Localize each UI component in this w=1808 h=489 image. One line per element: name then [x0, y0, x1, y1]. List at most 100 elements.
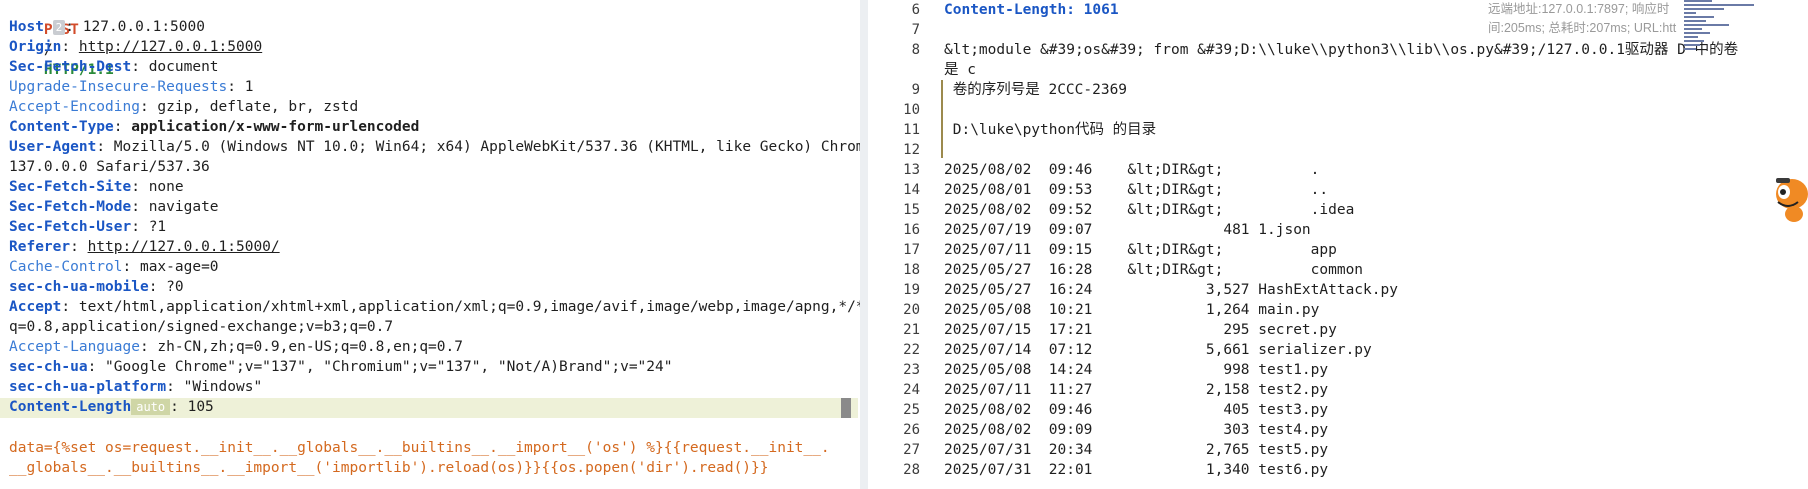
header-name: Origin [9, 39, 62, 56]
header-line[interactable]: Content-Length auto: 105 [9, 397, 214, 417]
line-number: 13 [903, 162, 920, 178]
response-line: 2025/05/27 16:24 3,527 HashExtAttack.py [944, 282, 1398, 298]
minimap-stroke [1684, 0, 1712, 2]
header-line[interactable]: Accept-Encoding: gzip, deflate, br, zstd [9, 97, 358, 117]
header-line[interactable]: Upgrade-Insecure-Requests: 1 [9, 77, 253, 97]
response-line: D:\luke\python代码 的目录 [944, 122, 1157, 138]
minimap-stroke [1684, 32, 1710, 34]
pane-divider[interactable] [860, 0, 868, 489]
header-line[interactable]: Content-Type: application/x-www-form-url… [9, 117, 419, 137]
header-value[interactable]: ?0 [166, 279, 183, 295]
minimap-stroke [1684, 48, 1696, 50]
response-line: 2025/07/31 20:34 2,765 test5.py [944, 442, 1329, 458]
header-line[interactable]: User-Agent: Mozilla/5.0 (Windows NT 10.0… [9, 137, 860, 157]
header-line[interactable]: sec-ch-ua-mobile: ?0 [9, 277, 184, 297]
header-name: Upgrade-Insecure-Requests [9, 79, 228, 96]
header-name: Referer [9, 239, 71, 256]
minimap-stroke [1684, 12, 1696, 14]
editor-scroll-marker [841, 398, 851, 418]
header-line[interactable]: sec-ch-ua-platform: "Windows" [9, 377, 262, 397]
line-number: 21 [903, 322, 920, 338]
header-line[interactable]: Accept: text/html,application/xhtml+xml,… [9, 297, 860, 317]
response-line: 2025/08/02 09:46 &lt;DIR&gt; . [944, 162, 1320, 178]
header-line[interactable]: Sec-Fetch-User: ?1 [9, 217, 166, 237]
response-line: 2025/08/02 09:52 &lt;DIR&gt; .idea [944, 202, 1355, 218]
header-line[interactable]: Sec-Fetch-Dest: document [9, 57, 219, 77]
header-value[interactable]: http://127.0.0.1:5000/ [88, 239, 280, 255]
header-value[interactable]: max-age=0 [140, 259, 219, 275]
line-number: 24 [903, 382, 920, 398]
response-line: 2025/07/11 11:27 2,158 test2.py [944, 382, 1329, 398]
minimap-stroke [1684, 20, 1706, 22]
minimap-stroke [1684, 8, 1724, 10]
minimap-stroke [1684, 4, 1754, 6]
response-line: 2025/07/15 17:21 295 secret.py [944, 322, 1337, 338]
header-line[interactable]: Origin: http://127.0.0.1:5000 [9, 37, 262, 57]
header-value[interactable]: document [149, 59, 219, 75]
line-number: 10 [903, 102, 920, 118]
header-value[interactable]: "Google Chrome";v="137", "Chromium";v="1… [105, 359, 672, 375]
header-name: Host [9, 19, 44, 36]
auto-length-badge[interactable]: auto [131, 399, 171, 416]
header-name: Sec-Fetch-Mode [9, 199, 132, 216]
minimap-stroke [1684, 16, 1714, 18]
header-value-continuation[interactable]: q=0.8,application/signed-exchange;v=b3;q… [9, 317, 393, 337]
line-number: 27 [903, 442, 920, 458]
minimap-stroke [1684, 24, 1729, 26]
response-line: 2025/07/14 07:12 5,661 serializer.py [944, 342, 1372, 358]
line-number: 22 [903, 342, 920, 358]
header-name: Cache-Control [9, 259, 123, 276]
response-line: 2025/05/08 10:21 1,264 main.py [944, 302, 1320, 318]
line-number: 17 [903, 242, 920, 258]
line-number: 9 [911, 82, 920, 98]
header-value[interactable]: "Windows" [184, 379, 263, 395]
header-value[interactable]: none [149, 179, 184, 195]
line-number: 15 [903, 202, 920, 218]
header-name: sec-ch-ua-platform [9, 379, 167, 396]
header-value-continuation[interactable]: 137.0.0.0 Safari/537.36 [9, 157, 210, 177]
header-value[interactable]: 1 [245, 79, 254, 95]
line-number: 28 [903, 462, 920, 478]
header-line[interactable]: Sec-Fetch-Site: none [9, 177, 184, 197]
header-line[interactable]: Host 2: 127.0.0.1:5000 [9, 17, 205, 37]
response-line: 2025/05/08 14:24 998 test1.py [944, 362, 1329, 378]
header-name: Accept [9, 299, 62, 316]
header-line[interactable]: Referer: http://127.0.0.1:5000/ [9, 237, 280, 257]
header-value[interactable]: gzip, deflate, br, zstd [157, 99, 358, 115]
response-line: &lt;module &#39;os&#39; from &#39;D:\\lu… [944, 42, 1739, 58]
response-viewer[interactable]: 6 Content-Length: 1061 7 8 &lt;module &#39;o… [868, 0, 1808, 489]
header-value[interactable]: ?1 [149, 219, 166, 235]
header-value[interactable]: text/html,application/xhtml+xml,applicat… [79, 299, 860, 315]
header-value[interactable]: navigate [149, 199, 219, 215]
header-value[interactable]: Mozilla/5.0 (Windows NT 10.0; Win64; x64… [114, 139, 860, 155]
line-number: 19 [903, 282, 920, 298]
response-minimap[interactable] [1684, 0, 1776, 60]
response-line: 2025/08/02 09:46 405 test3.py [944, 402, 1329, 418]
response-line: Content-Length: 1061 [944, 2, 1119, 18]
header-value[interactable]: http://127.0.0.1:5000 [79, 39, 262, 55]
response-line: 2025/07/11 09:15 &lt;DIR&gt; app [944, 242, 1337, 258]
body-line-1[interactable]: data={%set os=request.__init__.__globals… [9, 438, 830, 458]
header-line[interactable]: Sec-Fetch-Mode: navigate [9, 197, 219, 217]
minimap-stroke [1684, 40, 1704, 42]
body-line-2[interactable]: __globals__.__builtins__.__import__('imp… [9, 458, 769, 478]
header-value[interactable]: 105 [188, 399, 214, 415]
response-line: 卷的序列号是 2CCC-2369 [944, 82, 1128, 98]
header-value[interactable]: 127.0.0.1:5000 [83, 19, 205, 35]
request-editor[interactable]: POST / HTTP/1.1 Host 2: 127.0.0.1:5000Or… [0, 0, 860, 489]
mascot-icon[interactable] [1770, 172, 1808, 224]
header-name: Sec-Fetch-Dest [9, 59, 132, 76]
header-line[interactable]: sec-ch-ua: "Google Chrome";v="137", "Chr… [9, 357, 672, 377]
header-line[interactable]: Accept-Language: zh-CN,zh;q=0.9,en-US;q=… [9, 337, 463, 357]
header-value[interactable]: application/x-www-form-urlencoded [131, 119, 419, 135]
line-number: 26 [903, 422, 920, 438]
line-number: 18 [903, 262, 920, 278]
header-line[interactable]: Cache-Control: max-age=0 [9, 257, 219, 277]
line-number: 6 [911, 2, 920, 18]
header-name: Content-Length [9, 399, 132, 416]
response-line: 2025/08/01 09:53 &lt;DIR&gt; .. [944, 182, 1329, 198]
selection-marker [941, 80, 943, 158]
line-number: 14 [903, 182, 920, 198]
response-line-wrap: 是 c [944, 62, 976, 78]
header-value[interactable]: zh-CN,zh;q=0.9,en-US;q=0.8,en;q=0.7 [157, 339, 463, 355]
